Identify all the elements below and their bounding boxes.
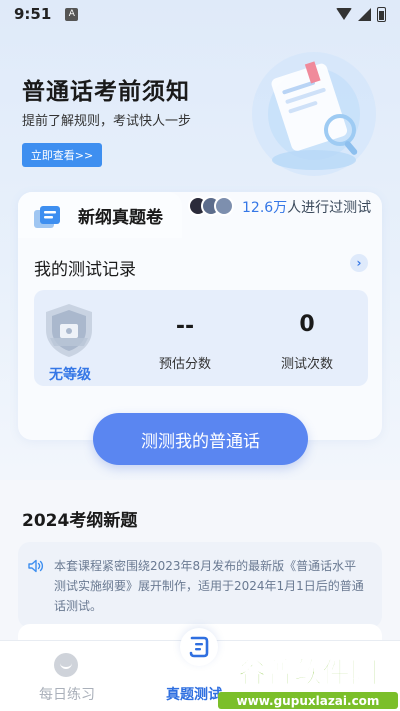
battery-icon	[377, 6, 386, 22]
status-time: 9:51	[14, 5, 52, 23]
level-label: 无等级	[49, 367, 91, 383]
accessibility-indicator-icon: A	[65, 7, 79, 21]
hero-title: 普通话考前须知	[22, 79, 190, 105]
section-title: 2024考纲新题	[22, 511, 138, 531]
exam-tab-icon[interactable]	[180, 628, 218, 666]
tested-count-text: 12.6万人进行过测试	[242, 197, 371, 217]
chevron-right-icon[interactable]: ›	[350, 254, 368, 272]
hero-subtitle: 提前了解规则，考试快人一步	[22, 114, 192, 129]
shield-badge-icon	[46, 304, 92, 357]
speaker-icon	[28, 559, 44, 573]
view-now-button[interactable]: 立即查看>>	[22, 143, 102, 167]
exam-tab-label: 新纲真题卷	[78, 208, 163, 228]
start-test-button[interactable]: 测测我的普通话	[93, 413, 308, 465]
document-search-illustration	[252, 52, 376, 176]
test-count-label: 测试次数	[280, 357, 333, 372]
estimated-score-label: 预估分数	[158, 357, 211, 372]
tested-suffix: 人进行过测试	[287, 200, 372, 216]
estimated-score-value: --	[175, 314, 195, 339]
nav-daily-practice[interactable]: 每日练习	[36, 684, 98, 704]
svg-text:谷普软件园: 谷普软件园	[238, 656, 378, 689]
status-bar: 9:51 A	[0, 0, 400, 28]
test-count-value: 0	[299, 312, 315, 337]
status-icons	[336, 6, 386, 22]
chat-bubble-icon[interactable]	[54, 653, 78, 677]
exam-tab-glyph-icon	[189, 636, 209, 658]
watermark-logo: 谷普软件园 www.gupuxlazai.com	[218, 654, 398, 709]
wifi-icon	[336, 8, 352, 20]
avatar	[214, 196, 234, 216]
test-record-title: 我的测试记录	[34, 260, 136, 280]
notice-text: 本套课程紧密围绕2023年8月发布的最新版《普通话水平测试实施纲要》展开制作，适…	[54, 559, 364, 613]
signal-icon	[358, 7, 371, 21]
tested-count: 12.6万	[242, 200, 288, 216]
tester-avatars	[188, 196, 234, 216]
exam-paper-icon	[34, 206, 60, 228]
svg-text:www.gupuxlazai.com: www.gupuxlazai.com	[237, 694, 380, 708]
